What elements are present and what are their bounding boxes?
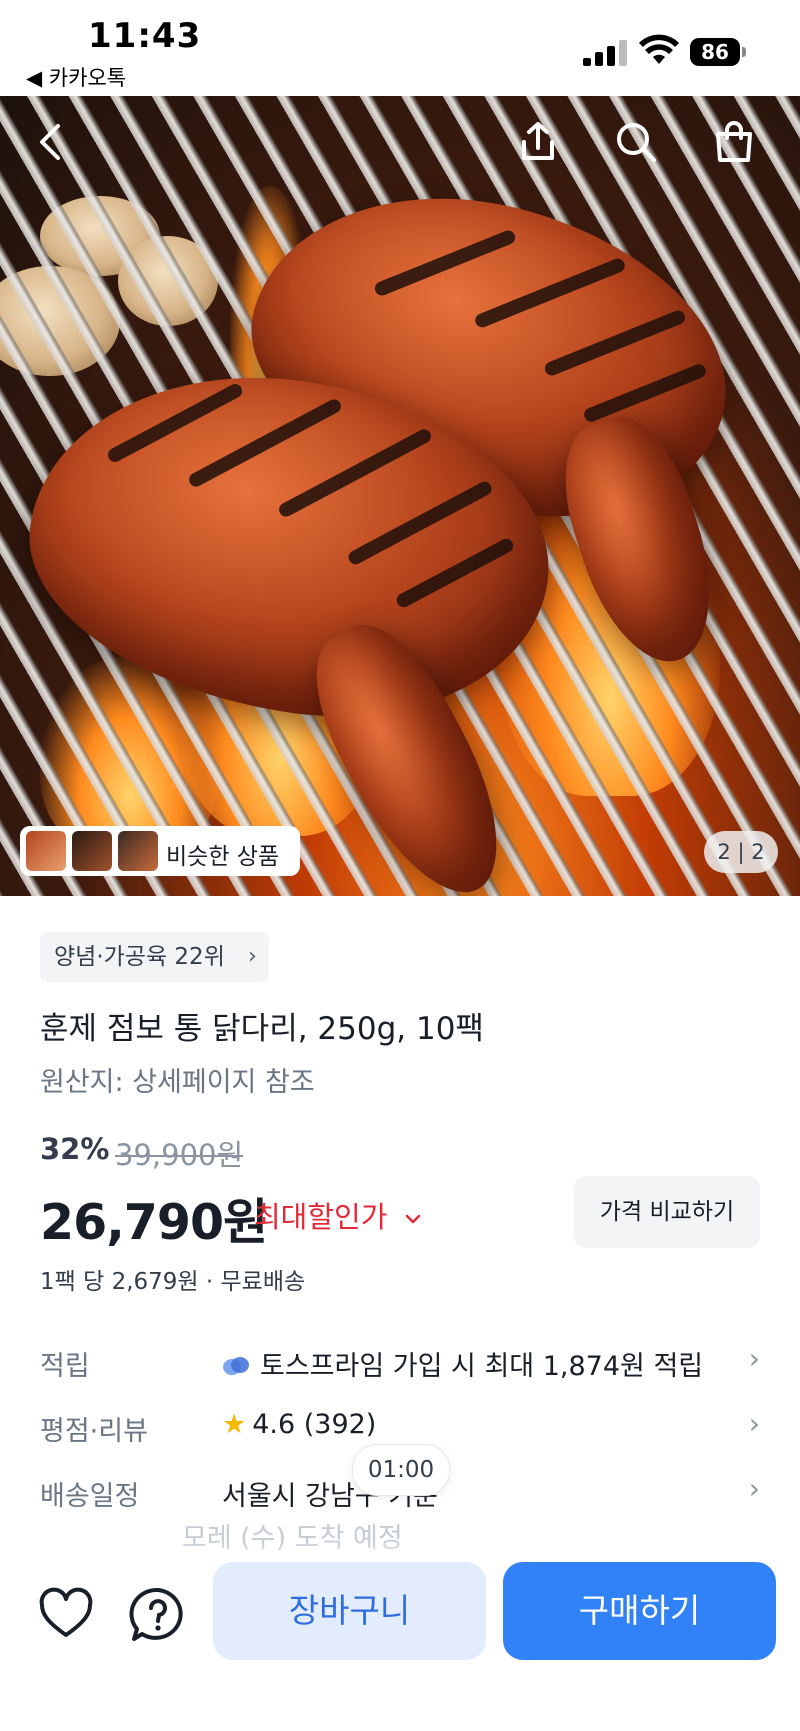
product-origin: 원산지: 상세페이지 참조 (40, 1067, 315, 1098)
max-discount-label: 최대할인가 (254, 1200, 388, 1234)
rating-value: 4.6 (392) (252, 1409, 377, 1440)
max-discount-toggle[interactable]: 최대할인가 (254, 1194, 423, 1236)
original-price: 39,900원 (115, 1138, 244, 1172)
search-icon (617, 123, 656, 162)
search-button[interactable] (612, 118, 660, 166)
sale-price: 26,790원 (40, 1194, 268, 1251)
chevron-right-icon: › (748, 1472, 760, 1505)
price-compare-button[interactable]: 가격 비교하기 (574, 1176, 760, 1248)
wishlist-button[interactable] (36, 1585, 96, 1645)
heart-icon (39, 1587, 93, 1637)
points-label: 적립 (40, 1351, 90, 1382)
similar-products-button[interactable]: 비슷한 상품 (20, 826, 300, 876)
chevron-right-icon: › (248, 944, 257, 969)
points-row[interactable]: 적립 토스프라임 가입 시 최대 1,874원 적립 › (40, 1336, 760, 1386)
similar-products-label: 비슷한 상품 (166, 844, 280, 870)
buy-now-button[interactable]: 구매하기 (503, 1562, 776, 1660)
battery-level: 86 (690, 38, 740, 66)
image-pager: 2 | 2 (704, 831, 778, 873)
chevron-down-icon (405, 1214, 420, 1224)
discount-rate: 32% (40, 1132, 110, 1166)
chevron-right-icon: › (748, 1407, 760, 1440)
help-button[interactable] (128, 1585, 188, 1645)
timer-badge: 01:00 (352, 1444, 450, 1496)
similar-thumb (26, 831, 66, 871)
rating-label: 평점·리뷰 (40, 1416, 148, 1447)
product-title: 훈제 점보 통 닭다리, 250g, 10팩 (40, 1011, 484, 1047)
status-bar: 11:43 ◀ 카카오톡 86 (0, 0, 800, 96)
back-arrow-icon (40, 124, 60, 160)
delivery-label: 배송일정 (40, 1481, 140, 1512)
category-rank-chip[interactable]: 양념·가공육 22위 › (40, 932, 269, 982)
shopping-bag-icon (716, 121, 752, 162)
share-icon (522, 122, 554, 160)
back-button[interactable] (28, 118, 76, 166)
battery-icon: 86 (690, 38, 746, 66)
cellular-signal-icon (583, 38, 627, 66)
star-icon: ★ (222, 1409, 247, 1440)
points-value: 토스프라임 가입 시 최대 1,874원 적립 (260, 1351, 704, 1382)
unit-price-shipping: 1팩 당 2,679원 · 무료배송 (40, 1269, 306, 1295)
wifi-icon (638, 34, 680, 66)
share-button[interactable] (514, 118, 562, 166)
similar-thumb (72, 831, 112, 871)
add-to-cart-button[interactable]: 장바구니 (213, 1562, 486, 1660)
chevron-right-icon: › (748, 1342, 760, 1375)
similar-thumb (118, 831, 158, 871)
question-bubble-icon (129, 1587, 183, 1641)
toss-logo-icon (223, 1357, 249, 1375)
product-image[interactable] (0, 96, 800, 896)
status-time: 11:43 (88, 16, 202, 56)
back-to-app-link[interactable]: ◀ 카카오톡 (26, 62, 126, 92)
category-rank-label: 양념·가공육 22위 (54, 944, 225, 970)
cart-button[interactable] (710, 118, 758, 166)
